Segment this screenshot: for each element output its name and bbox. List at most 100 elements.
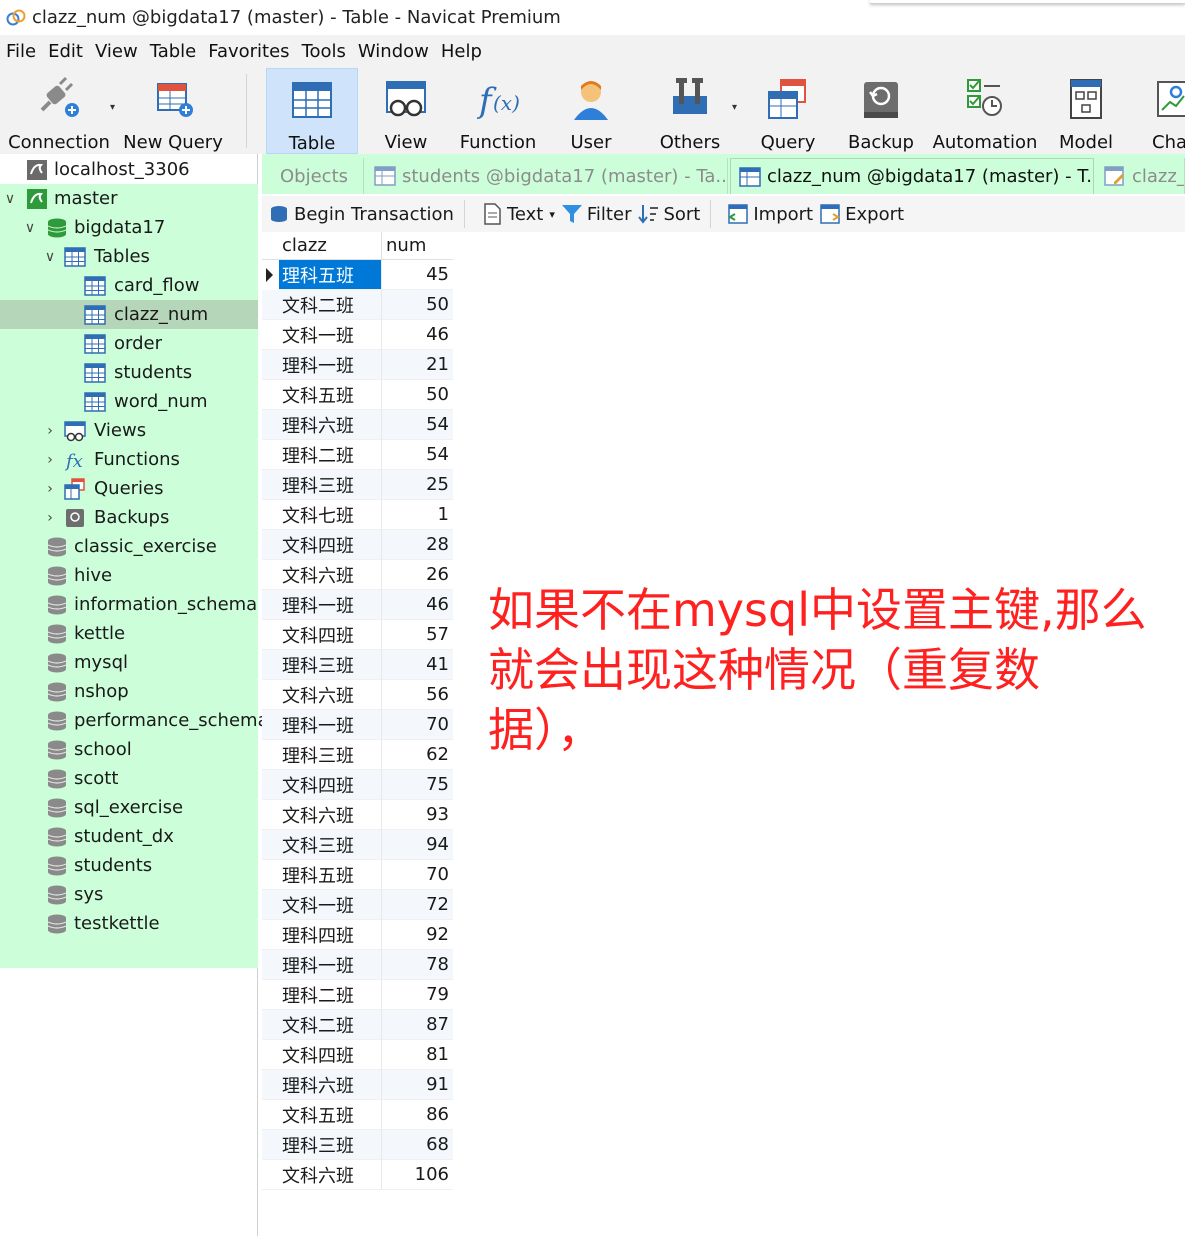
cell-clazz[interactable]: 文科五班 [262,1100,382,1130]
table-button[interactable]: Table [266,68,358,154]
cell-clazz[interactable]: 理科三班 [262,470,382,500]
cell-clazz[interactable]: 文科四班 [262,620,382,650]
backup-button[interactable]: Backup [846,68,916,154]
cell-clazz[interactable]: 文科四班 [262,770,382,800]
table-row[interactable]: 文科六班 56 [262,680,453,710]
query-button[interactable]: Query [752,68,824,154]
nav-database-item[interactable]: sys [0,880,258,909]
cell-clazz[interactable]: 文科二班 [262,1010,382,1040]
connection-dropdown-icon[interactable]: ▾ [110,102,115,113]
nav-database-item[interactable]: student_dx [0,822,258,851]
cell-num[interactable]: 45 [382,260,453,290]
chevron-down-icon[interactable]: ∨ [4,191,16,207]
cell-num[interactable]: 94 [382,830,453,860]
chart-button[interactable]: Cha [1150,68,1185,154]
menu-favorites[interactable]: Favorites [208,41,289,62]
chevron-down-icon[interactable]: ∨ [24,220,36,236]
chevron-right-icon[interactable]: › [44,481,56,497]
cell-num[interactable]: 92 [382,920,453,950]
cell-clazz[interactable]: 理科六班 [262,1070,382,1100]
cell-clazz[interactable]: 文科一班 [262,320,382,350]
cell-num[interactable]: 46 [382,590,453,620]
table-row[interactable]: 理科二班 54 [262,440,453,470]
cell-num[interactable]: 87 [382,1010,453,1040]
cell-num[interactable]: 70 [382,710,453,740]
tab-objects[interactable]: Objects [262,158,364,194]
nav-functions-folder[interactable]: › fx Functions [0,445,258,474]
menu-file[interactable]: File [6,41,36,62]
tab-clazz-num[interactable]: clazz_num @bigdata17 (master) - T... [730,158,1094,194]
cell-clazz[interactable]: 理科六班 [262,410,382,440]
cell-num[interactable]: 56 [382,680,453,710]
cell-clazz[interactable]: 理科五班 [279,260,382,290]
column-header-num[interactable]: num [382,232,453,259]
table-row[interactable]: 文科四班 57 [262,620,453,650]
nav-database-item[interactable]: scott [0,764,258,793]
function-button[interactable]: f (x) Function [456,68,540,154]
nav-table-word-num[interactable]: word_num [0,387,258,416]
nav-database-item[interactable]: nshop [0,677,258,706]
nav-database-item[interactable]: school [0,735,258,764]
nav-database-item[interactable]: sql_exercise [0,793,258,822]
table-row[interactable]: 理科六班 54 [262,410,453,440]
import-button[interactable]: Import [727,203,813,225]
cell-clazz[interactable]: 理科一班 [262,710,382,740]
nav-database-item[interactable]: performance_schema [0,706,269,735]
nav-connection-localhost[interactable]: localhost_3306 [0,155,258,184]
cell-clazz[interactable]: 理科一班 [262,950,382,980]
nav-connection-master[interactable]: ∨ master [0,184,258,213]
user-button[interactable]: User [558,68,624,154]
table-row[interactable]: 理科六班 91 [262,1070,453,1100]
cell-num[interactable]: 106 [382,1160,453,1190]
cell-num[interactable]: 70 [382,860,453,890]
table-row[interactable]: 理科三班 25 [262,470,453,500]
nav-queries-folder[interactable]: › Queries [0,474,258,503]
text-dropdown-icon[interactable]: ▾ [549,208,555,221]
menu-window[interactable]: Window [358,41,429,62]
automation-button[interactable]: Automation [932,68,1038,154]
nav-database-item[interactable]: students [0,851,258,880]
table-row[interactable]: 理科一班 70 [262,710,453,740]
model-button[interactable]: Model [1052,68,1120,154]
cell-clazz[interactable]: 理科二班 [262,980,382,1010]
menu-table[interactable]: Table [150,41,197,62]
new-query-button[interactable]: New Query [123,68,223,154]
cell-num[interactable]: 54 [382,440,453,470]
table-row[interactable]: 文科一班 46 [262,320,453,350]
table-row[interactable]: 理科一班 46 [262,590,453,620]
cell-num[interactable]: 21 [382,350,453,380]
nav-table-order[interactable]: order [0,329,258,358]
table-row[interactable]: 理科五班 70 [262,860,453,890]
table-row[interactable]: 理科二班 79 [262,980,453,1010]
tab-students[interactable]: students @bigdata17 (master) - Ta... [366,158,728,194]
cell-clazz[interactable]: 理科四班 [262,920,382,950]
table-row[interactable]: 文科六班 26 [262,560,453,590]
cell-num[interactable]: 75 [382,770,453,800]
cell-clazz[interactable]: 文科七班 [262,500,382,530]
others-button[interactable]: Others [654,68,726,154]
cell-num[interactable]: 93 [382,800,453,830]
menu-edit[interactable]: Edit [48,41,83,62]
column-header-clazz[interactable]: clazz [262,232,382,259]
nav-views-folder[interactable]: › Views [0,416,258,445]
nav-database-item[interactable]: hive [0,561,258,590]
cell-clazz[interactable]: 文科六班 [262,800,382,830]
chevron-right-icon[interactable]: › [44,510,56,526]
cell-num[interactable]: 68 [382,1130,453,1160]
cell-num[interactable]: 54 [382,410,453,440]
cell-num[interactable]: 50 [382,380,453,410]
cell-clazz[interactable]: 理科二班 [262,440,382,470]
cell-num[interactable]: 1 [382,500,453,530]
cell-clazz[interactable]: 文科四班 [262,530,382,560]
export-button[interactable]: Export [819,203,904,225]
cell-num[interactable]: 28 [382,530,453,560]
cell-clazz[interactable]: 理科五班 [262,860,382,890]
chevron-right-icon[interactable]: › [44,452,56,468]
table-row[interactable]: 文科一班 72 [262,890,453,920]
cell-num[interactable]: 72 [382,890,453,920]
table-row[interactable]: 文科六班 93 [262,800,453,830]
cell-num[interactable]: 46 [382,320,453,350]
nav-database-item[interactable]: testkettle [0,909,258,938]
nav-table-card-flow[interactable]: card_flow [0,271,258,300]
chevron-down-icon[interactable]: ∨ [44,249,56,265]
